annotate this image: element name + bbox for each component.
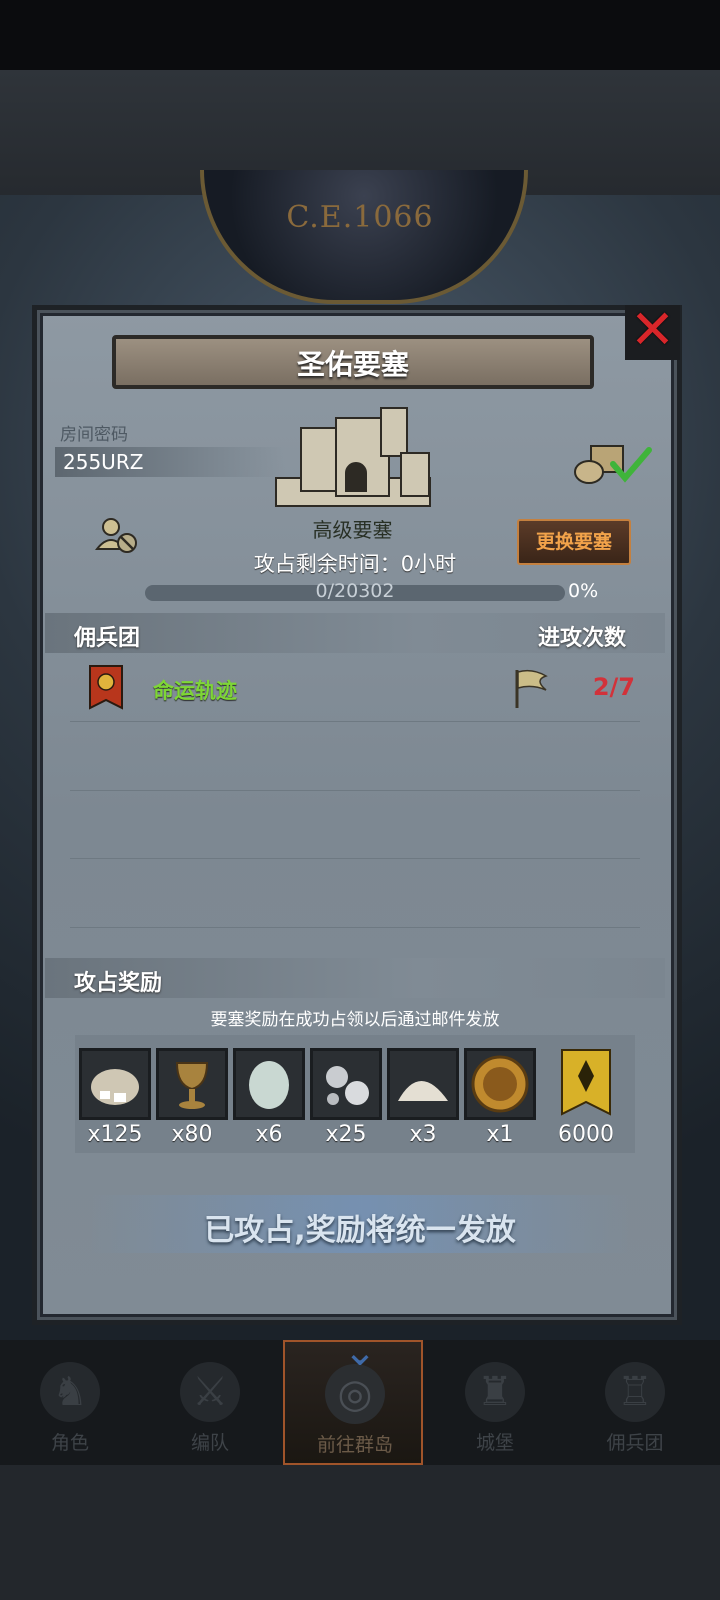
- occupy-timer: 攻占剩余时间：0小时: [253, 552, 457, 576]
- nav-formation[interactable]: ⚔ 编队: [140, 1340, 280, 1465]
- guild-name[interactable]: 命运轨迹: [153, 675, 237, 705]
- tower-icon: ♖: [605, 1362, 665, 1422]
- salt-bag-icon[interactable]: [79, 1048, 151, 1120]
- reward-header: 攻占奖励: [74, 971, 163, 996]
- nav-label: 佣兵团: [606, 1432, 664, 1454]
- reward-qty: x3: [409, 1122, 437, 1147]
- helmet-icon: ♞: [40, 1362, 100, 1422]
- change-fortress-button[interactable]: 更换要塞: [517, 519, 631, 565]
- status-bar-area: [0, 0, 720, 70]
- reward-note: 要塞奖励在成功占领以后通过邮件发放: [210, 1010, 500, 1030]
- knight-icon: ⚔: [180, 1362, 240, 1422]
- nav-label: 角色: [50, 1432, 89, 1454]
- nav-label: 城堡: [475, 1432, 514, 1454]
- row-divider: [70, 858, 640, 859]
- reward-qty: x6: [255, 1122, 283, 1147]
- reward-qty: x1: [486, 1122, 514, 1147]
- claimed-status-text: 已攻占,奖励将统一发放: [204, 1213, 516, 1248]
- row-divider: [70, 927, 640, 928]
- occupy-progress-text: 0/20302: [315, 580, 395, 602]
- attack-count-header: 进攻次数: [538, 626, 627, 651]
- castle-icon: ♜: [465, 1362, 525, 1422]
- row-divider: [70, 721, 640, 722]
- reward-qty: 6000: [558, 1122, 614, 1147]
- bottom-background: [0, 1465, 720, 1600]
- mercenary-header: 佣兵团: [74, 626, 141, 651]
- occupy-progress-percent: 0%: [568, 580, 599, 602]
- nav-label: 前往群岛: [316, 1434, 393, 1456]
- goblet-icon[interactable]: [156, 1048, 228, 1120]
- user-blocked-icon[interactable]: [94, 515, 139, 555]
- attack-flag-icon: [512, 666, 548, 710]
- reward-qty: x125: [87, 1122, 143, 1147]
- nav-castle[interactable]: ♜ 城堡: [425, 1340, 565, 1465]
- chevron-down-icon: ⌄: [343, 1329, 377, 1375]
- fortress-icon: [275, 397, 431, 509]
- nav-mercenary[interactable]: ♖ 佣兵团: [565, 1340, 705, 1465]
- nav-character[interactable]: ♞ 角色: [0, 1340, 140, 1465]
- rank-banner-icon[interactable]: [556, 1048, 616, 1120]
- dialog-title: 圣佑要塞: [296, 348, 409, 381]
- row-divider: [70, 790, 640, 791]
- moonstone-icon[interactable]: [233, 1048, 305, 1120]
- close-icon[interactable]: ✕: [625, 300, 680, 360]
- knight-medal-icon[interactable]: [464, 1048, 536, 1120]
- guild-banner-icon: [88, 664, 124, 710]
- reward-qty: x80: [171, 1122, 213, 1147]
- attack-count: 2/7: [592, 673, 635, 701]
- loot-bag-check-icon[interactable]: [573, 442, 653, 486]
- nav-label: 编队: [190, 1432, 229, 1454]
- reward-qty: x25: [325, 1122, 367, 1147]
- room-code-label: 房间密码: [60, 425, 128, 445]
- era-label: C.E.1066: [286, 200, 434, 235]
- flour-pile-icon[interactable]: [387, 1048, 459, 1120]
- silver-ore-icon[interactable]: [310, 1048, 382, 1120]
- fortress-name: 高级要塞: [312, 518, 393, 542]
- room-code-value[interactable]: 255URZ: [63, 450, 143, 474]
